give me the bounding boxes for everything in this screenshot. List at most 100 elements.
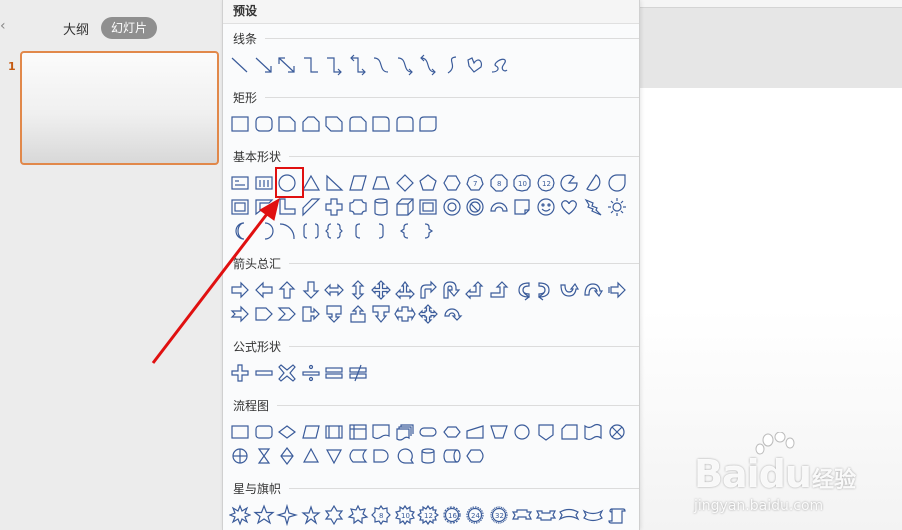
chevron-shape[interactable] <box>276 303 298 325</box>
can-shape[interactable] <box>370 196 392 218</box>
diagonal-stripe-shape[interactable] <box>300 196 322 218</box>
octagon-shape[interactable]: 8 <box>488 172 510 194</box>
star-5-point-alt-shape[interactable] <box>300 504 322 526</box>
line-shape[interactable] <box>229 54 251 76</box>
up-arrow-callout-shape[interactable] <box>347 303 369 325</box>
decagon-shape[interactable]: 10 <box>511 172 533 194</box>
tab-outline[interactable]: 大纲 <box>63 19 89 38</box>
flowchart-terminator-shape[interactable] <box>417 421 439 443</box>
u-turn-arrow-shape[interactable] <box>441 279 463 301</box>
plaque-shape[interactable] <box>347 196 369 218</box>
down-arrow-shape[interactable] <box>300 279 322 301</box>
right-arrow-shape[interactable] <box>229 279 251 301</box>
half-frame-shape[interactable] <box>253 196 275 218</box>
flowchart-direct-access-storage-shape[interactable] <box>441 445 463 467</box>
left-bracket-shape[interactable] <box>347 220 369 242</box>
curve-shape[interactable] <box>441 54 463 76</box>
left-arrow-shape[interactable] <box>253 279 275 301</box>
down-ribbon-shape[interactable] <box>535 504 557 526</box>
flowchart-collate-shape[interactable] <box>253 445 275 467</box>
snip-corner-rectangle-shape[interactable] <box>276 113 298 135</box>
elbow-connector-shape[interactable] <box>300 54 322 76</box>
star-8-point-shape[interactable]: 8 <box>370 504 392 526</box>
divide-shape[interactable] <box>300 362 322 384</box>
double-brace-shape[interactable] <box>323 220 345 242</box>
star-6-point-shape[interactable] <box>323 504 345 526</box>
flowchart-process-shape[interactable] <box>229 421 251 443</box>
flowchart-document-shape[interactable] <box>370 421 392 443</box>
block-arc-shape[interactable] <box>488 196 510 218</box>
star-5-point-shape[interactable] <box>253 504 275 526</box>
right-brace-shape[interactable] <box>417 220 439 242</box>
round-diagonal-rectangle-shape[interactable] <box>417 113 439 135</box>
flowchart-connector-shape[interactable] <box>511 421 533 443</box>
flowchart-data-shape[interactable] <box>300 421 322 443</box>
arc-shape[interactable] <box>253 220 275 242</box>
right-bracket-shape[interactable] <box>370 220 392 242</box>
not-equal-shape[interactable] <box>347 362 369 384</box>
flowchart-preparation-shape[interactable] <box>441 421 463 443</box>
vertical-text-box-shape[interactable] <box>253 172 275 194</box>
text-box-shape[interactable] <box>229 172 251 194</box>
flowchart-manual-input-shape[interactable] <box>464 421 486 443</box>
frame-shape[interactable] <box>229 196 251 218</box>
snip-round-rectangle-shape[interactable] <box>347 113 369 135</box>
pentagon-arrow-shape[interactable] <box>253 303 275 325</box>
star-7-point-shape[interactable] <box>347 504 369 526</box>
flowchart-offpage-connector-shape[interactable] <box>535 421 557 443</box>
right-arrow-callout-shape[interactable] <box>300 303 322 325</box>
flowchart-predefined-process-shape[interactable] <box>323 421 345 443</box>
rectangle-shape[interactable] <box>229 113 251 135</box>
flowchart-summing-junction-shape[interactable] <box>606 421 628 443</box>
double-bracket-shape[interactable] <box>300 220 322 242</box>
elbow-arrow-connector-shape[interactable] <box>323 54 345 76</box>
parallelogram-shape[interactable] <box>347 172 369 194</box>
slide-thumbnail[interactable] <box>20 51 219 165</box>
up-arrow-shape[interactable] <box>276 279 298 301</box>
dodecagon-shape[interactable]: 12 <box>535 172 557 194</box>
curved-down-arrow-shape[interactable] <box>582 279 604 301</box>
flowchart-delay-shape[interactable] <box>370 445 392 467</box>
flowchart-multidocument-shape[interactable] <box>394 421 416 443</box>
arrow-line-shape[interactable] <box>253 54 275 76</box>
snip-same-side-rectangle-shape[interactable] <box>300 113 322 135</box>
left-up-arrow-shape[interactable] <box>464 279 486 301</box>
pie-shape[interactable] <box>558 172 580 194</box>
star-10-point-shape[interactable]: 10 <box>394 504 416 526</box>
equal-shape[interactable] <box>323 362 345 384</box>
moon-shape[interactable] <box>229 220 251 242</box>
minus-shape[interactable] <box>253 362 275 384</box>
plus-shape[interactable] <box>229 362 251 384</box>
no-symbol-shape[interactable] <box>464 196 486 218</box>
freeform-shape[interactable] <box>464 54 486 76</box>
scribble-shape[interactable] <box>488 54 510 76</box>
slide-canvas[interactable] <box>640 88 902 530</box>
down-arrow-callout-shape[interactable] <box>323 303 345 325</box>
curved-right-arrow-shape[interactable] <box>511 279 533 301</box>
star-16-point-shape[interactable]: 16 <box>441 504 463 526</box>
cross-shape[interactable] <box>323 196 345 218</box>
circular-arrow-shape[interactable] <box>441 303 463 325</box>
elbow-double-arrow-shape[interactable] <box>347 54 369 76</box>
quad-arrow-shape[interactable] <box>370 279 392 301</box>
flowchart-or-shape[interactable] <box>229 445 251 467</box>
snip-diagonal-rectangle-shape[interactable] <box>323 113 345 135</box>
bevel-shape[interactable] <box>417 196 439 218</box>
flowchart-alternate-process-shape[interactable] <box>253 421 275 443</box>
diamond-shape[interactable] <box>394 172 416 194</box>
notched-right-arrow-shape[interactable] <box>229 303 251 325</box>
down-callout-box-shape[interactable] <box>370 303 392 325</box>
bent-up-arrow-shape[interactable] <box>488 279 510 301</box>
flowchart-decision-shape[interactable] <box>276 421 298 443</box>
flowchart-punched-tape-shape[interactable] <box>582 421 604 443</box>
flowchart-display-shape[interactable] <box>464 445 486 467</box>
flowchart-merge-shape[interactable] <box>323 445 345 467</box>
curved-down-ribbon-shape[interactable] <box>582 504 604 526</box>
curved-up-arrow-shape[interactable] <box>558 279 580 301</box>
flowchart-sequential-access-shape[interactable] <box>394 445 416 467</box>
flowchart-internal-storage-shape[interactable] <box>347 421 369 443</box>
round-single-corner-rectangle-shape[interactable] <box>370 113 392 135</box>
curved-connector-shape[interactable] <box>370 54 392 76</box>
left-right-up-arrow-shape[interactable] <box>394 279 416 301</box>
l-shape[interactable] <box>276 196 298 218</box>
